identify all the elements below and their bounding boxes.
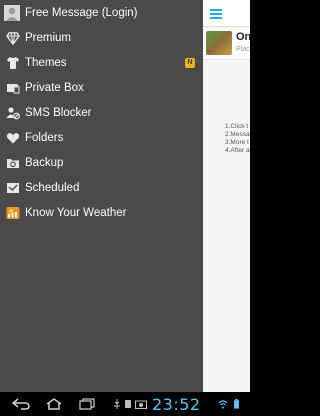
scheduled-icon [6, 181, 20, 195]
app-thumbnail [206, 31, 232, 55]
drawer-item-label: Backup [25, 156, 64, 169]
drawer-item-weather[interactable]: Know Your Weather [0, 200, 203, 225]
battery-icon [234, 399, 239, 409]
drawer-item-label: Know Your Weather [25, 206, 127, 219]
camera-icon [135, 400, 147, 409]
instructions: 1.Click t 2.Messa 3.More t 4.After a [225, 123, 250, 155]
instruction-line: 4.After a [225, 147, 250, 154]
diamond-icon [6, 31, 20, 45]
drawer-item-folders[interactable]: Folders [0, 125, 203, 150]
wifi-icon [218, 400, 228, 409]
action-bar [203, 0, 250, 27]
home-icon[interactable] [45, 398, 63, 410]
instruction-line: 3.More t [225, 139, 249, 146]
avatar-icon [4, 4, 20, 21]
debug-icon [125, 400, 131, 408]
drawer-item-label: Private Box [25, 81, 84, 94]
drawer-item-label: Free Message (Login) [25, 6, 138, 19]
lock-box-icon [6, 81, 20, 95]
drawer-item-backup[interactable]: Backup [0, 150, 203, 175]
drawer-item-private-box[interactable]: Private Box [0, 75, 203, 100]
promo-title: On [236, 31, 250, 43]
drawer-item-themes[interactable]: Themes N [0, 50, 203, 75]
instruction-line: 1.Click t [225, 123, 249, 130]
drawer-item-scheduled[interactable]: Scheduled [0, 175, 203, 200]
status-clock: 23:52 [152, 395, 201, 414]
drawer-item-label: Premium [25, 31, 72, 44]
main-content: On Plac 1.Click t 2.Messa 3.More t 4.Aft… [203, 0, 250, 392]
weather-icon [6, 206, 20, 220]
usb-icon [114, 399, 120, 409]
instruction-line: 2.Messa [225, 131, 250, 138]
backup-icon [6, 156, 20, 170]
heart-icon [6, 131, 20, 145]
drawer-item-label: Themes [25, 56, 67, 69]
navigation-drawer: Free Message (Login) Premium Themes N Pr… [0, 0, 203, 392]
back-icon[interactable] [12, 398, 30, 410]
menu-icon[interactable] [210, 9, 222, 19]
drawer-item-login[interactable]: Free Message (Login) [0, 0, 203, 25]
promo-subtitle: Plac [236, 46, 250, 53]
tshirt-icon [6, 56, 20, 70]
drawer-item-label: Scheduled [25, 181, 80, 194]
promo-card[interactable]: On Plac [203, 28, 250, 60]
drawer-item-premium[interactable]: Premium [0, 25, 203, 50]
blocked-user-icon [6, 106, 20, 120]
drawer-item-sms-blocker[interactable]: SMS Blocker [0, 100, 203, 125]
new-badge: N [185, 57, 195, 68]
recent-apps-icon[interactable] [78, 398, 96, 410]
system-bar: 23:52 [0, 392, 250, 416]
drawer-item-label: SMS Blocker [25, 106, 92, 119]
drawer-item-label: Folders [25, 131, 64, 144]
